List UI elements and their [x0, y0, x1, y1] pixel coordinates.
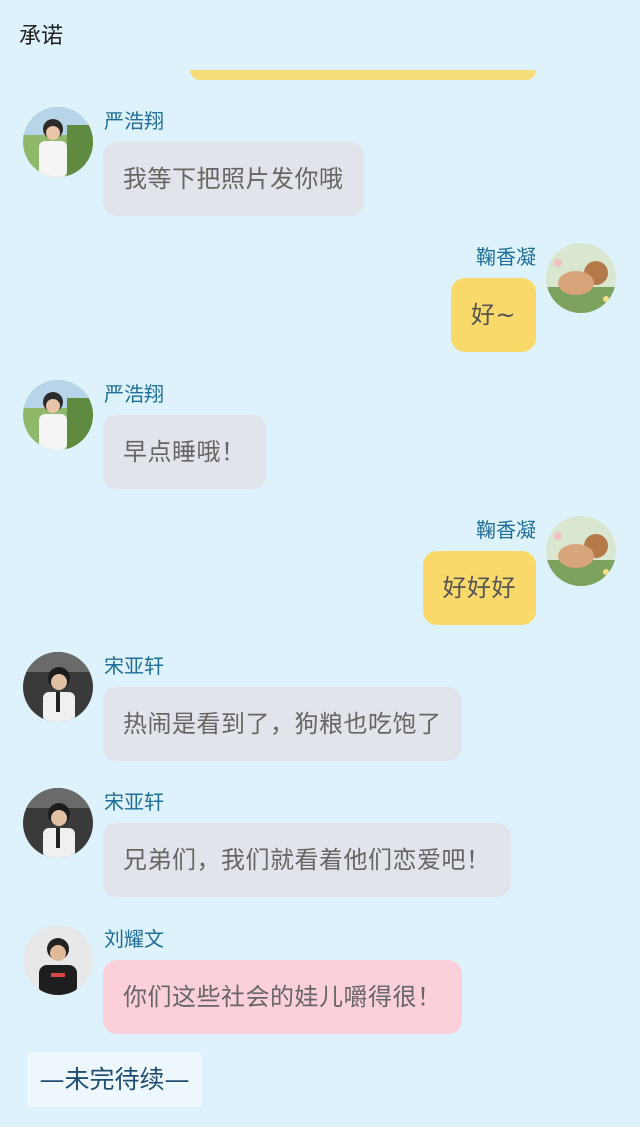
avatar-ju-xiangning[interactable] — [546, 243, 616, 313]
page-title: 承诺 — [19, 24, 64, 49]
message-bubble[interactable]: 好~ — [450, 278, 536, 352]
sender-name: 严浩翔 — [104, 382, 164, 406]
chat-screen: 承诺 严浩翔 我等下把照片发你哦 鞠香凝 好~ 严浩翔 早点睡哦！ 鞠香凝 好好… — [0, 0, 640, 1127]
avatar-song-yaxuan[interactable] — [23, 652, 93, 722]
sender-name: 严浩翔 — [104, 109, 164, 133]
avatar-liu-yaowen[interactable] — [23, 925, 93, 995]
sender-name: 宋亚轩 — [104, 654, 164, 678]
avatar-yan-haoxiang[interactable] — [23, 107, 93, 177]
avatar-song-yaxuan[interactable] — [23, 788, 93, 858]
sender-name: 鞠香凝 — [476, 245, 536, 269]
message-bubble[interactable]: 早点睡哦！ — [103, 415, 266, 489]
previous-message-bubble-edge — [190, 70, 536, 80]
message-bubble[interactable]: 你们这些社会的娃儿嚼得很！ — [103, 960, 462, 1034]
sender-name: 宋亚轩 — [104, 790, 164, 814]
sender-name: 刘耀文 — [104, 927, 164, 951]
message-bubble[interactable]: 好好好 — [422, 551, 536, 625]
message-bubble[interactable]: 我等下把照片发你哦 — [103, 142, 364, 216]
to-be-continued-label: —未完待续— — [27, 1052, 202, 1107]
avatar-ju-xiangning[interactable] — [546, 516, 616, 586]
avatar-yan-haoxiang[interactable] — [23, 380, 93, 450]
message-bubble[interactable]: 兄弟们，我们就看着他们恋爱吧！ — [103, 823, 511, 897]
sender-name: 鞠香凝 — [476, 518, 536, 542]
message-bubble[interactable]: 热闹是看到了，狗粮也吃饱了 — [103, 687, 462, 761]
